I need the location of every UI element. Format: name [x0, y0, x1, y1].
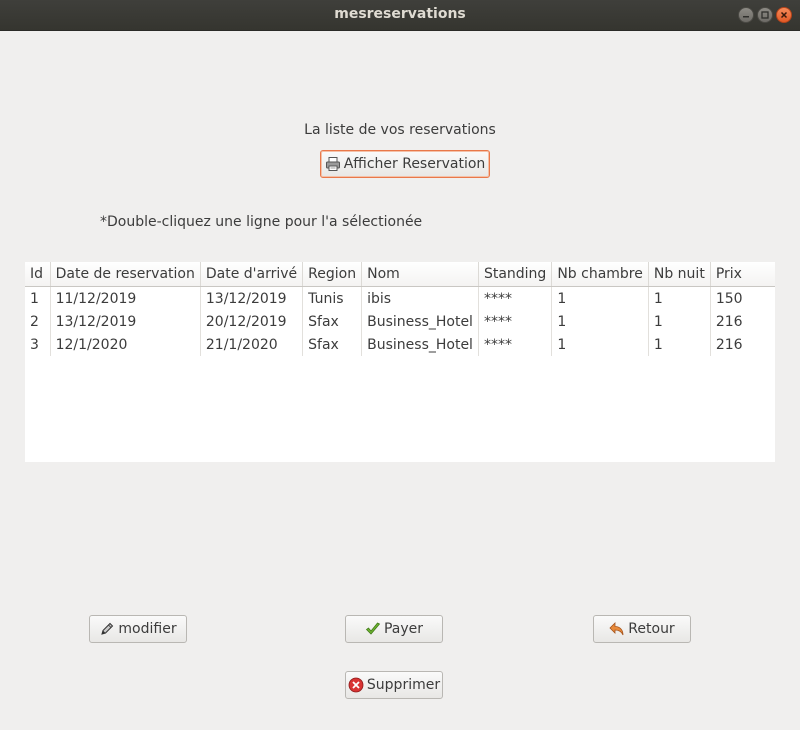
table-row[interactable]: 2 13/12/2019 20/12/2019 Sfax Business_Ho…	[25, 310, 775, 333]
table-row[interactable]: 3 12/1/2020 21/1/2020 Sfax Business_Hote…	[25, 333, 775, 356]
cell-rooms: 1	[551, 333, 649, 356]
column-header-name[interactable]: Nom	[361, 262, 479, 287]
undo-arrow-icon	[609, 622, 624, 636]
cell-nights: 1	[648, 286, 711, 310]
column-header-rooms[interactable]: Nb chambre	[551, 262, 649, 287]
cell-rooms: 1	[551, 310, 649, 333]
cell-date-arrival: 21/1/2020	[200, 333, 304, 356]
cell-date-reservation: 11/12/2019	[50, 286, 201, 310]
cell-price: 216	[715, 313, 743, 330]
minimize-icon	[743, 16, 749, 18]
show-reservation-button[interactable]: Afficher Reservation	[320, 150, 490, 178]
title-bar[interactable]: mesreservations	[0, 0, 800, 31]
column-header-price[interactable]: Prix	[710, 262, 775, 287]
maximize-icon	[761, 11, 769, 19]
pay-label: Payer	[383, 621, 424, 637]
window-title: mesreservations	[334, 6, 466, 22]
cell-region: Sfax	[302, 310, 363, 333]
show-reservation-label: Afficher Reservation	[343, 156, 486, 172]
column-header-date-arrival[interactable]: Date d'arrivé	[200, 262, 304, 287]
checkmark-icon	[365, 622, 381, 635]
cell-date-arrival: 20/12/2019	[200, 310, 304, 333]
cell-standing: ****	[478, 333, 553, 356]
delete-icon	[348, 677, 364, 693]
cell-name: Business_Hotel	[361, 310, 479, 333]
close-icon	[780, 11, 788, 19]
cell-price: 216	[715, 336, 743, 353]
modify-label: modifier	[118, 621, 177, 637]
back-button[interactable]: Retour	[593, 615, 691, 643]
cell-region: Sfax	[302, 333, 363, 356]
pencil-icon	[101, 622, 114, 635]
cell-name: ibis	[361, 286, 479, 310]
cell-date-arrival: 13/12/2019	[200, 286, 304, 310]
reservations-table[interactable]: Id Date de reservation Date d'arrivé Reg…	[25, 262, 775, 462]
column-header-date-reservation[interactable]: Date de reservation	[50, 262, 201, 287]
delete-button[interactable]: Supprimer	[345, 671, 443, 699]
pay-button[interactable]: Payer	[345, 615, 443, 643]
cell-id: 2	[25, 310, 51, 333]
minimize-button[interactable]	[738, 7, 754, 23]
cell-standing: ****	[478, 310, 553, 333]
table-header-row: Id Date de reservation Date d'arrivé Reg…	[25, 262, 775, 287]
modify-button[interactable]: modifier	[89, 615, 187, 643]
cell-region: Tunis	[302, 286, 363, 310]
cell-price: 150	[715, 290, 743, 307]
delete-label: Supprimer	[366, 677, 441, 693]
cell-id: 3	[25, 333, 51, 356]
column-header-nights[interactable]: Nb nuit	[648, 262, 711, 287]
back-label: Retour	[628, 621, 675, 637]
column-header-region[interactable]: Region	[302, 262, 363, 287]
cell-standing: ****	[478, 286, 553, 310]
app-window: mesreservations La liste de vos reservat…	[0, 0, 800, 730]
column-header-standing[interactable]: Standing	[478, 262, 553, 287]
close-button[interactable]	[776, 7, 792, 23]
selection-hint: *Double-cliquez une ligne pour l'a sélec…	[100, 214, 423, 230]
list-title: La liste de vos reservations	[304, 122, 496, 138]
cell-date-reservation: 12/1/2020	[50, 333, 201, 356]
cell-nights: 1	[648, 310, 711, 333]
cell-nights: 1	[648, 333, 711, 356]
maximize-button[interactable]	[757, 7, 773, 23]
cell-id: 1	[25, 286, 51, 310]
table-row[interactable]: 1 11/12/2019 13/12/2019 Tunis ibis **** …	[25, 286, 775, 310]
cell-name: Business_Hotel	[361, 333, 479, 356]
cell-date-reservation: 13/12/2019	[50, 310, 201, 333]
cell-rooms: 1	[551, 286, 649, 310]
column-header-id[interactable]: Id	[25, 262, 51, 287]
printer-icon	[325, 157, 340, 171]
